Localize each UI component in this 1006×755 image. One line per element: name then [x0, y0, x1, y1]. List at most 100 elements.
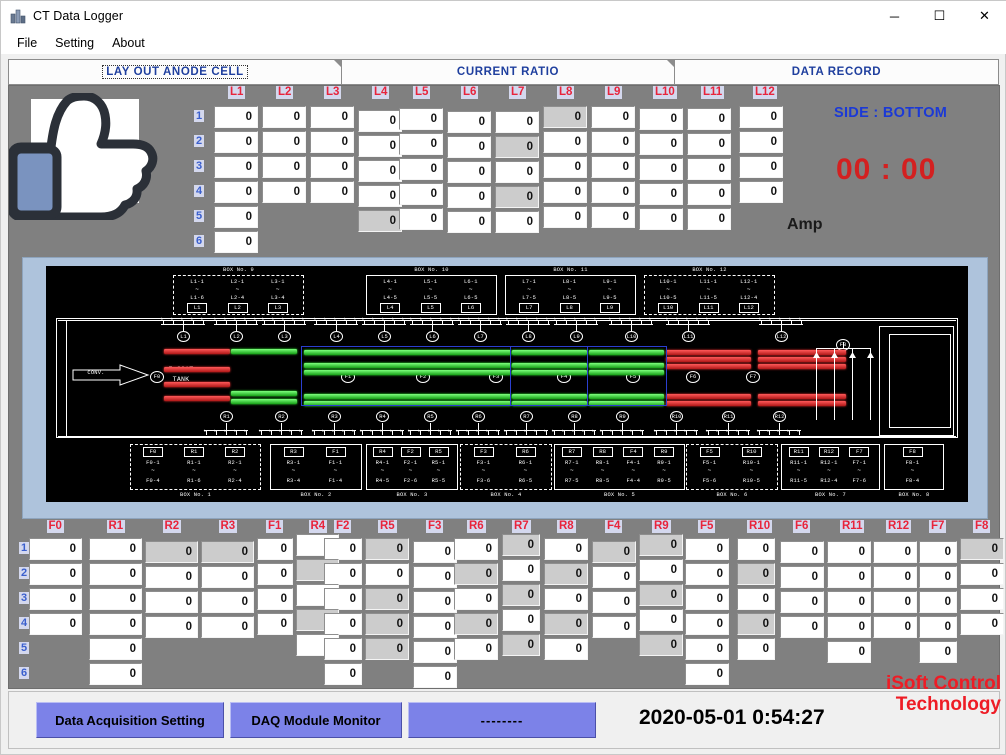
top-grid-cell[interactable]: 0	[399, 108, 443, 130]
top-grid-cell[interactable]: 0	[739, 131, 783, 153]
diagram-tag-f0[interactable]: F0	[143, 447, 163, 457]
top-grid-cell[interactable]: 0	[262, 131, 306, 153]
top-grid-cell[interactable]: 0	[214, 231, 258, 253]
diagram-circle-l3[interactable]: L3	[278, 331, 291, 342]
diagram-tag-f7[interactable]: F7	[849, 447, 870, 457]
bottom-grid-cell[interactable]: 0	[737, 588, 775, 610]
top-grid-cell[interactable]: 0	[310, 181, 354, 203]
diagram-tag-l6[interactable]: L6	[460, 303, 481, 313]
diagram-circle-l6[interactable]: L6	[426, 331, 439, 342]
diagram-circle-r11[interactable]: R11	[722, 411, 735, 422]
bottom-grid-cell[interactable]: 0	[413, 616, 457, 638]
top-grid-cell[interactable]: 0	[639, 183, 683, 205]
top-grid-cell[interactable]: 0	[687, 158, 731, 180]
bottom-grid-cell[interactable]: 0	[502, 534, 540, 556]
top-grid-cell[interactable]: 0	[687, 108, 731, 130]
close-button[interactable]: ✕	[962, 1, 1006, 31]
bottom-grid-cell[interactable]: 0	[89, 663, 142, 685]
bottom-grid-cell[interactable]: 0	[454, 613, 498, 635]
diagram-circle-r1[interactable]: R1	[220, 411, 233, 422]
bottom-grid-cell[interactable]: 0	[592, 541, 636, 563]
bottom-grid-cell[interactable]: 0	[413, 666, 457, 688]
diagram-tag-r9[interactable]: R9	[654, 447, 675, 457]
top-grid-cell[interactable]: 0	[639, 133, 683, 155]
bottom-grid-cell[interactable]: 0	[89, 538, 142, 560]
bottom-grid-cell[interactable]: 0	[827, 566, 871, 588]
diagram-tag-r10[interactable]: R10	[741, 447, 762, 457]
bottom-grid-cell[interactable]: 0	[639, 534, 683, 556]
diagram-tag-f3[interactable]: F3	[473, 447, 494, 457]
diagram-circle-r12[interactable]: R12	[773, 411, 786, 422]
bottom-grid-cell[interactable]: 0	[413, 591, 457, 613]
diagram-circle-l1[interactable]: L1	[177, 331, 190, 342]
bottom-grid-cell[interactable]: 0	[89, 563, 142, 585]
bottom-grid-cell[interactable]: 0	[201, 566, 254, 588]
bottom-grid-cell[interactable]: 0	[324, 613, 362, 635]
top-grid-cell[interactable]: 0	[399, 183, 443, 205]
top-grid-cell[interactable]: 0	[399, 133, 443, 155]
diagram-tag-r4[interactable]: R4	[372, 447, 393, 457]
diagram-tag-f4[interactable]: F4	[623, 447, 644, 457]
diagram-circle-f7[interactable]: F7	[746, 371, 760, 383]
top-grid-cell[interactable]: 0	[739, 156, 783, 178]
top-grid-cell[interactable]: 0	[591, 106, 635, 128]
top-grid-cell[interactable]: 0	[543, 131, 587, 153]
bottom-grid-cell[interactable]: 0	[873, 591, 917, 613]
diagram-tag-r1[interactable]: R1	[184, 447, 204, 457]
bottom-grid-cell[interactable]: 0	[89, 613, 142, 635]
bottom-grid-cell[interactable]: 0	[592, 591, 636, 613]
top-grid-cell[interactable]: 0	[495, 136, 539, 158]
menu-item-setting[interactable]: Setting	[46, 34, 103, 52]
bottom-grid-cell[interactable]: 0	[685, 538, 729, 560]
diagram-tag-f2[interactable]: F2	[400, 447, 421, 457]
bottom-grid-cell[interactable]: 0	[873, 541, 917, 563]
bottom-grid-cell[interactable]: 0	[873, 566, 917, 588]
bottom-grid-cell[interactable]: 0	[413, 541, 457, 563]
top-grid-cell[interactable]: 0	[447, 161, 491, 183]
diagram-tag-f1[interactable]: F1	[325, 447, 346, 457]
bottom-grid-cell[interactable]: 0	[544, 638, 588, 660]
diagram-tag-r5[interactable]: R5	[428, 447, 449, 457]
minimize-button[interactable]: ─	[872, 1, 917, 31]
bottom-grid-cell[interactable]: 0	[145, 566, 198, 588]
data-acquisition-setting-button[interactable]: Data Acquisition Setting	[36, 702, 224, 738]
top-grid-cell[interactable]: 0	[639, 208, 683, 230]
daq-module-monitor-button[interactable]: DAQ Module Monitor	[230, 702, 402, 738]
bottom-grid-cell[interactable]: 0	[919, 616, 957, 638]
bottom-grid-cell[interactable]: 0	[919, 566, 957, 588]
diagram-circle-r6[interactable]: R6	[472, 411, 485, 422]
top-grid-cell[interactable]: 0	[358, 185, 402, 207]
bottom-grid-cell[interactable]: 0	[544, 563, 588, 585]
diagram-circle-r3[interactable]: R3	[328, 411, 341, 422]
top-grid-cell[interactable]: 0	[591, 131, 635, 153]
top-grid-cell[interactable]: 0	[358, 110, 402, 132]
top-grid-cell[interactable]: 0	[739, 106, 783, 128]
bottom-grid-cell[interactable]: 0	[685, 588, 729, 610]
bottom-grid-cell[interactable]: 0	[827, 641, 871, 663]
diagram-tag-l1[interactable]: L1	[187, 303, 208, 313]
bottom-grid-cell[interactable]: 0	[780, 566, 824, 588]
bottom-grid-cell[interactable]: 0	[365, 538, 409, 560]
bottom-grid-cell[interactable]: 0	[29, 563, 82, 585]
bottom-grid-cell[interactable]: 0	[544, 613, 588, 635]
bottom-grid-cell[interactable]: 0	[780, 591, 824, 613]
diagram-circle-r8[interactable]: R8	[568, 411, 581, 422]
diagram-tag-f8[interactable]: F8	[902, 447, 923, 457]
top-grid-cell[interactable]: 0	[310, 106, 354, 128]
tab-lay-out-anode-cell[interactable]: LAY OUT ANODE CELL	[8, 59, 342, 85]
top-grid-cell[interactable]: 0	[495, 111, 539, 133]
placeholder-button[interactable]: --------	[408, 702, 596, 738]
diagram-circle-l12[interactable]: L12	[775, 331, 788, 342]
diagram-circle-l8[interactable]: L8	[522, 331, 535, 342]
maximize-button[interactable]: ☐	[917, 1, 962, 31]
bottom-grid-cell[interactable]: 0	[454, 588, 498, 610]
diagram-circle-l9[interactable]: L9	[570, 331, 583, 342]
bottom-grid-cell[interactable]: 0	[502, 559, 540, 581]
menu-item-file[interactable]: File	[8, 34, 46, 52]
top-grid-cell[interactable]: 0	[447, 136, 491, 158]
diagram-circle-l4[interactable]: L4	[330, 331, 343, 342]
bottom-grid-cell[interactable]: 0	[919, 541, 957, 563]
bottom-grid-cell[interactable]: 0	[201, 541, 254, 563]
bottom-grid-cell[interactable]: 0	[454, 563, 498, 585]
diagram-tag-l8[interactable]: L8	[559, 303, 580, 313]
